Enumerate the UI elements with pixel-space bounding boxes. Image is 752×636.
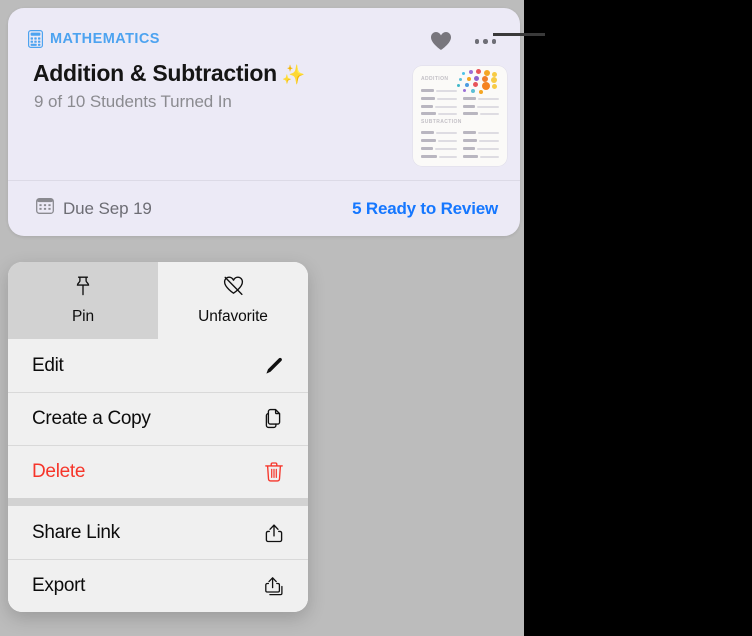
pencil-icon xyxy=(262,354,286,378)
ready-to-review-link[interactable]: 5 Ready to Review xyxy=(352,199,498,219)
thumbnail-problem xyxy=(421,131,434,134)
menu-action-unfavorite-label: Unfavorite xyxy=(198,307,268,325)
thumbnail-problem xyxy=(421,147,433,150)
menu-item-create-a-copy[interactable]: Create a Copy xyxy=(8,392,308,445)
confetti-dot xyxy=(474,76,479,81)
thumbnail-problem xyxy=(463,139,477,142)
menu-action-unfavorite[interactable]: Unfavorite xyxy=(158,262,308,339)
thumbnail-rule xyxy=(480,113,499,115)
thumbnail-problem xyxy=(463,97,476,100)
confetti-dot xyxy=(482,82,490,90)
thumbnail-problem xyxy=(463,105,475,108)
thumbnail-problem xyxy=(421,105,433,108)
assignment-title-group: Addition & Subtraction ✨ xyxy=(33,60,305,87)
confetti-dot xyxy=(469,70,473,74)
ellipsis-icon[interactable] xyxy=(473,34,499,49)
confetti-dot xyxy=(476,69,481,74)
ellipsis-dot xyxy=(491,39,496,44)
share-icon xyxy=(262,521,286,545)
thumbnail-rule xyxy=(435,106,457,108)
thumbnail-heading-subtraction: SUBTRACTION xyxy=(421,119,462,125)
due-date-label: Due Sep 19 xyxy=(63,198,152,218)
confetti-dot xyxy=(465,83,469,87)
calculator-icon xyxy=(28,30,43,48)
context-menu-top-actions: Pin Unfavorite xyxy=(8,262,308,339)
menu-item-edit[interactable]: Edit xyxy=(8,339,308,392)
screenshot-root: MATHEMATICS Addition & Subtraction ✨ 9 o… xyxy=(0,0,752,636)
menu-item-export-label: Export xyxy=(32,574,86,596)
menu-action-pin-label: Pin xyxy=(71,307,95,325)
pin-icon xyxy=(74,276,92,301)
assignment-thumbnail[interactable]: ADDITION SUBTRACTION xyxy=(413,66,507,166)
confetti-dot xyxy=(491,77,497,83)
subject-label: MATHEMATICS xyxy=(50,31,160,47)
confetti-dot xyxy=(492,84,497,89)
thumbnail-problem xyxy=(421,97,435,100)
confetti-dot xyxy=(467,77,471,81)
thumbnail-rule xyxy=(437,98,457,100)
thumbnail-rule xyxy=(439,156,457,158)
confetti-dot xyxy=(463,89,466,92)
assignment-card-footer: Due Sep 19 5 Ready to Review xyxy=(8,180,520,236)
thumbnail-problem xyxy=(421,139,436,142)
assignment-card-body: MATHEMATICS Addition & Subtraction ✨ 9 o… xyxy=(8,8,520,180)
context-menu-group-1: Edit Create a Copy Delete xyxy=(8,339,308,498)
menu-item-create-a-copy-label: Create a Copy xyxy=(32,407,151,429)
confetti-dot xyxy=(462,72,465,75)
assignment-card[interactable]: MATHEMATICS Addition & Subtraction ✨ 9 o… xyxy=(8,8,520,236)
subject-group: MATHEMATICS xyxy=(28,30,160,48)
sparkles-icon: ✨ xyxy=(281,65,306,86)
menu-item-delete[interactable]: Delete xyxy=(8,445,308,498)
calendar-icon xyxy=(36,197,54,220)
thumbnail-rule xyxy=(479,140,499,142)
context-menu: Pin Unfavorite Edit Create a Copy Delete… xyxy=(8,262,308,612)
duplicate-icon xyxy=(262,407,286,431)
thumbnail-problem xyxy=(463,112,478,115)
menu-action-pin[interactable]: Pin xyxy=(8,262,158,339)
page-title: Addition & Subtraction xyxy=(33,60,277,86)
thumbnail-rule xyxy=(478,132,499,134)
ellipsis-dot xyxy=(474,39,479,44)
confetti-dot xyxy=(459,78,462,81)
callout-leader-line xyxy=(493,33,545,36)
thumbnail-rule xyxy=(435,148,457,150)
thumbnail-heading-addition: ADDITION xyxy=(421,76,449,82)
menu-item-edit-label: Edit xyxy=(32,354,64,376)
thumbnail-rule xyxy=(480,156,499,158)
thumbnail-rule xyxy=(438,113,457,115)
thumbnail-problem xyxy=(463,155,478,158)
context-menu-group-2: Share Link Export xyxy=(8,506,308,612)
thumbnail-rule xyxy=(477,148,499,150)
confetti-dot xyxy=(473,82,478,87)
confetti-dot xyxy=(471,89,475,93)
heart-filled-icon[interactable] xyxy=(430,31,452,53)
thumbnail-rule xyxy=(438,140,457,142)
menu-item-share-link[interactable]: Share Link xyxy=(8,506,308,559)
heart-slash-icon xyxy=(223,276,244,301)
trash-icon xyxy=(262,460,286,484)
menu-item-share-link-label: Share Link xyxy=(32,521,120,543)
thumbnail-rule xyxy=(477,106,499,108)
turned-in-status: 9 of 10 Students Turned In xyxy=(34,92,232,111)
thumbnail-problem xyxy=(463,147,475,150)
menu-item-export[interactable]: Export xyxy=(8,559,308,612)
thumbnail-rule xyxy=(436,132,457,134)
menu-item-delete-label: Delete xyxy=(32,460,86,482)
thumbnail-problem xyxy=(421,89,434,92)
due-date-group: Due Sep 19 xyxy=(36,197,152,220)
confetti-dot xyxy=(457,84,460,87)
thumbnail-problem xyxy=(421,155,437,158)
thumbnail-rule xyxy=(478,98,499,100)
thumbnail-problem xyxy=(463,131,476,134)
thumbnail-problem xyxy=(421,112,436,115)
ellipsis-dot xyxy=(483,39,488,44)
confetti-dot xyxy=(479,90,483,94)
export-icon xyxy=(262,574,286,598)
context-menu-separator xyxy=(8,498,308,506)
thumbnail-rule xyxy=(436,90,457,92)
